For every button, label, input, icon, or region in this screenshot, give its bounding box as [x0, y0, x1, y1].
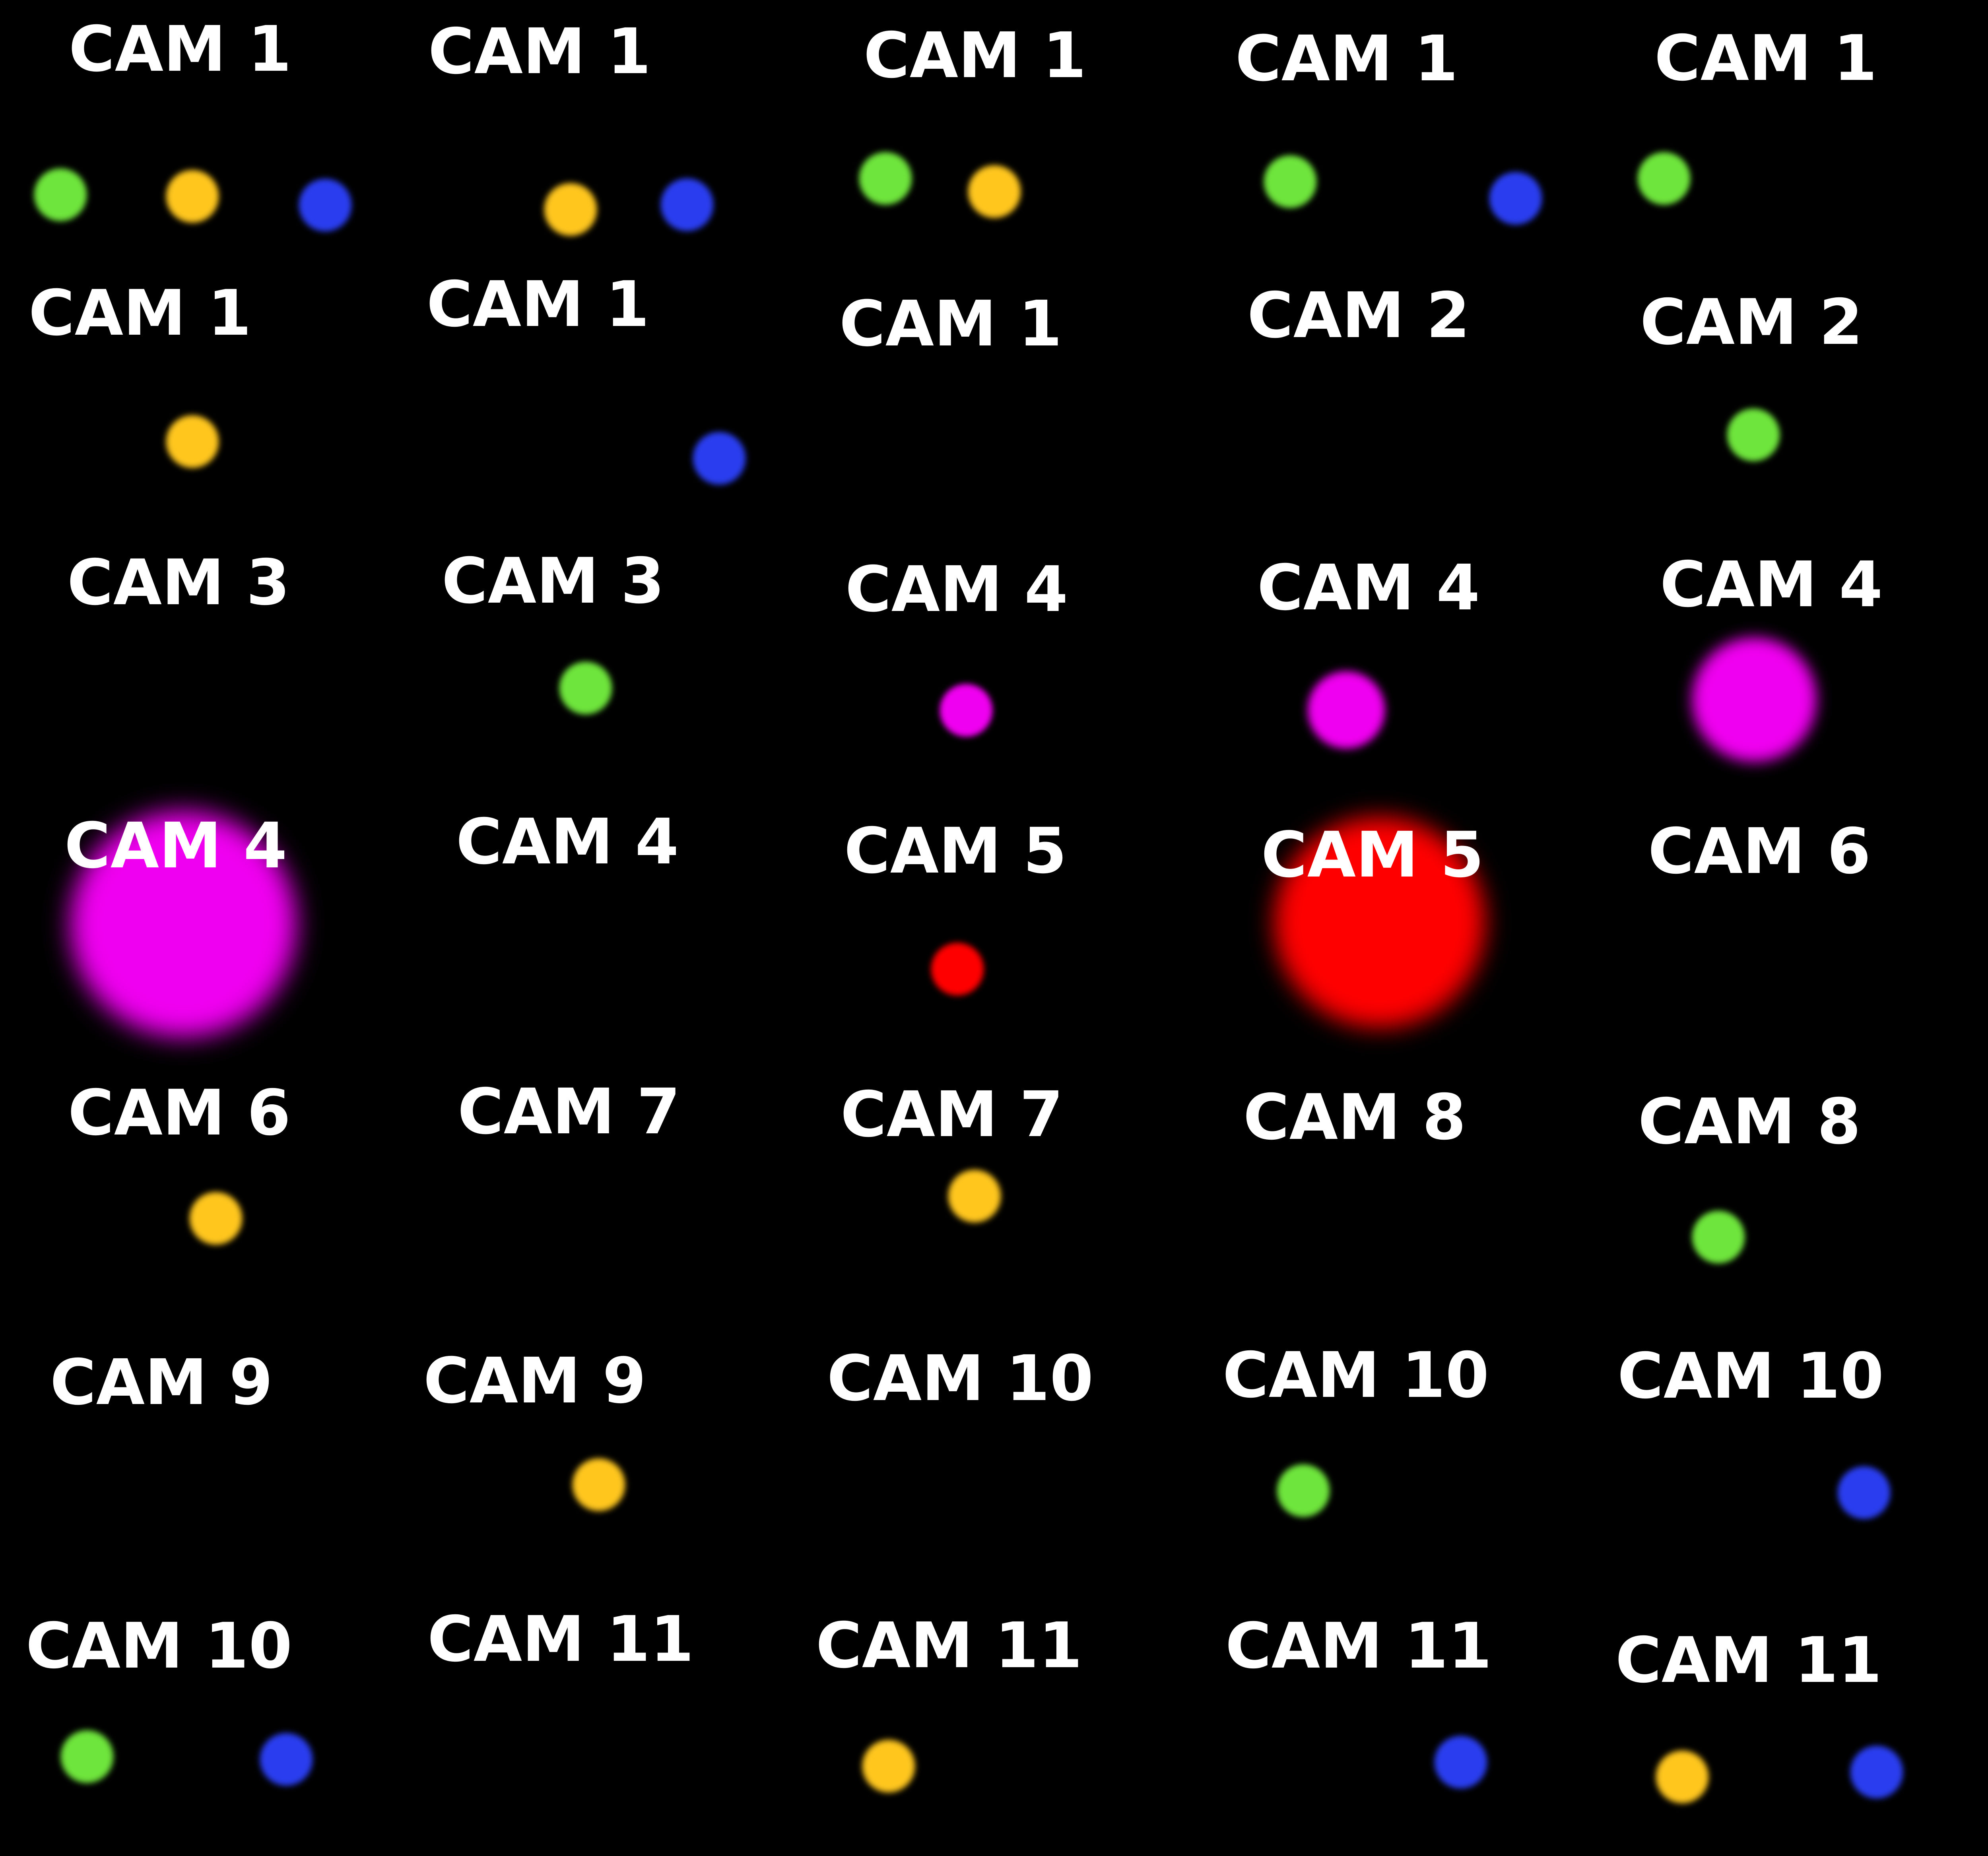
camera-label: CAM 1	[28, 277, 252, 350]
green-dot	[1636, 151, 1692, 206]
camera-label: CAM 1	[426, 268, 650, 341]
red-dot	[930, 941, 985, 997]
camera-label: CAM 9	[423, 1344, 646, 1418]
camera-label: CAM 4	[456, 805, 679, 879]
blue-dot	[1433, 1734, 1489, 1790]
camera-label: CAM 9	[50, 1346, 273, 1419]
camera-label: CAM 5	[1261, 818, 1484, 892]
camera-label: CAM 1	[68, 13, 292, 86]
camera-label: CAM 10	[1222, 1339, 1489, 1412]
blue-dot	[1488, 171, 1543, 226]
yellow-dot	[543, 182, 598, 237]
green-dot	[558, 660, 613, 716]
camera-label: CAM 5	[844, 815, 1067, 888]
camera-label: CAM 10	[25, 1610, 293, 1683]
yellow-dot	[188, 1191, 244, 1246]
camera-label: CAM 7	[457, 1075, 681, 1148]
blue-dot	[1836, 1465, 1892, 1520]
camera-label: CAM 11	[1615, 1624, 1882, 1697]
blue-dot	[258, 1732, 314, 1787]
camera-label: CAM 2	[1640, 286, 1863, 359]
blue-dot	[659, 177, 715, 233]
camera-label: CAM 11	[427, 1603, 694, 1676]
camera-label: CAM 8	[1638, 1085, 1861, 1158]
camera-label: CAM 1	[428, 15, 651, 88]
magenta-dot	[938, 683, 994, 738]
camera-label: CAM 6	[1648, 815, 1871, 888]
yellow-dot	[967, 164, 1022, 219]
camera-label: CAM 8	[1243, 1081, 1466, 1154]
yellow-dot	[571, 1457, 627, 1513]
green-dot	[33, 167, 88, 223]
green-dot	[1262, 154, 1318, 209]
camera-label: CAM 7	[840, 1078, 1064, 1151]
camera-grid: CAM 1 CAM 1 CAM 1 CAM 1 CAM 1 CAM 1 CAM 1 CAM 1…	[0, 0, 1988, 1856]
camera-label: CAM 10	[827, 1342, 1094, 1415]
camera-label: CAM 3	[67, 546, 290, 619]
blue-dot	[1849, 1744, 1905, 1800]
camera-label: CAM 1	[863, 19, 1087, 92]
yellow-dot	[165, 169, 220, 224]
camera-label: CAM 3	[441, 545, 665, 618]
blue-dot	[691, 431, 747, 486]
camera-label: CAM 11	[815, 1609, 1083, 1682]
camera-label: CAM 4	[845, 553, 1068, 626]
green-dot	[59, 1729, 115, 1784]
camera-label: CAM 4	[64, 809, 287, 882]
camera-label: CAM 1	[1654, 22, 1877, 95]
green-dot	[1726, 407, 1781, 463]
camera-label: CAM 10	[1617, 1340, 1884, 1413]
yellow-dot	[165, 414, 220, 469]
green-dot	[1691, 1209, 1746, 1265]
blue-dot	[297, 177, 353, 233]
camera-label: CAM 4	[1257, 551, 1480, 624]
yellow-dot	[861, 1738, 916, 1794]
magenta-dot	[1305, 669, 1387, 751]
camera-label: CAM 4	[1660, 548, 1883, 621]
camera-label: CAM 11	[1225, 1610, 1492, 1683]
green-dot	[858, 151, 913, 206]
magenta-dot	[1689, 634, 1820, 765]
camera-label: CAM 2	[1247, 279, 1470, 352]
yellow-dot	[947, 1168, 1002, 1224]
green-dot	[1276, 1463, 1331, 1519]
camera-label: CAM 1	[839, 287, 1062, 361]
camera-label: CAM 6	[68, 1076, 291, 1150]
camera-label: CAM 1	[1235, 22, 1458, 95]
yellow-dot	[1654, 1749, 1710, 1805]
